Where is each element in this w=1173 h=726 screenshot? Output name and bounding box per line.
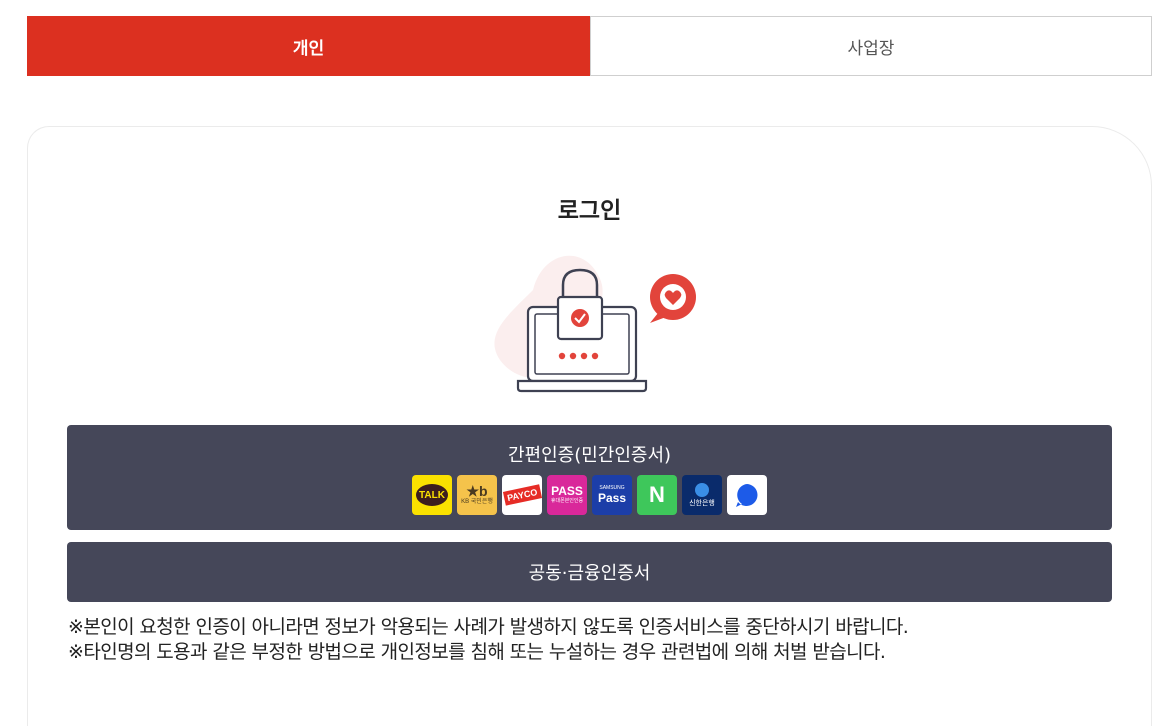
notice-text: ※본인이 요청한 인증이 아니라면 정보가 악용되는 사례가 발생하지 않도록 … [68,615,909,665]
page-title: 로그인 [557,198,622,224]
kakao-talk-icon[interactable]: TALK [412,475,452,515]
tab-business[interactable]: 사업장 [590,16,1152,76]
joint-financial-cert-button[interactable]: 공동·금융인증서 [67,542,1112,602]
provider-icons: TALK ★b KB 국민은행 PAYCO PASS 휴대폰본인인증 SAMSU… [412,475,767,515]
kb-bank-icon[interactable]: ★b KB 국민은행 [457,475,497,515]
tab-individual[interactable]: 개인 [27,16,590,76]
shinhan-bank-icon[interactable]: 신한은행 [682,475,722,515]
notice-line: ※타인명의 도용과 같은 부정한 방법으로 개인정보를 침해 또는 누설하는 경… [68,641,886,663]
heart-bubble-icon [650,274,696,323]
notice-line: ※본인이 요청한 인증이 아니라면 정보가 악용되는 사례가 발생하지 않도록 … [68,616,909,638]
tab-bar: 개인 사업장 [27,16,1152,76]
login-card: 로그인 간편인증(민간인증서) TALK ★b KB 국민은행 PAYCO PA… [27,126,1152,726]
toss-chat-icon[interactable] [727,475,767,515]
pass-icon[interactable]: PASS 휴대폰본인인증 [547,475,587,515]
samsung-pass-icon[interactable]: SAMSUNG Pass [592,475,632,515]
payco-icon[interactable]: PAYCO [502,475,542,515]
cert-button-label: 공동·금융인증서 [528,563,651,584]
simple-auth-button[interactable]: 간편인증(민간인증서) TALK ★b KB 국민은행 PAYCO PASS 휴… [67,425,1112,530]
simple-auth-label: 간편인증(민간인증서) [507,445,672,466]
laptop-lock-illustration [494,255,696,393]
naver-icon[interactable]: N [637,475,677,515]
